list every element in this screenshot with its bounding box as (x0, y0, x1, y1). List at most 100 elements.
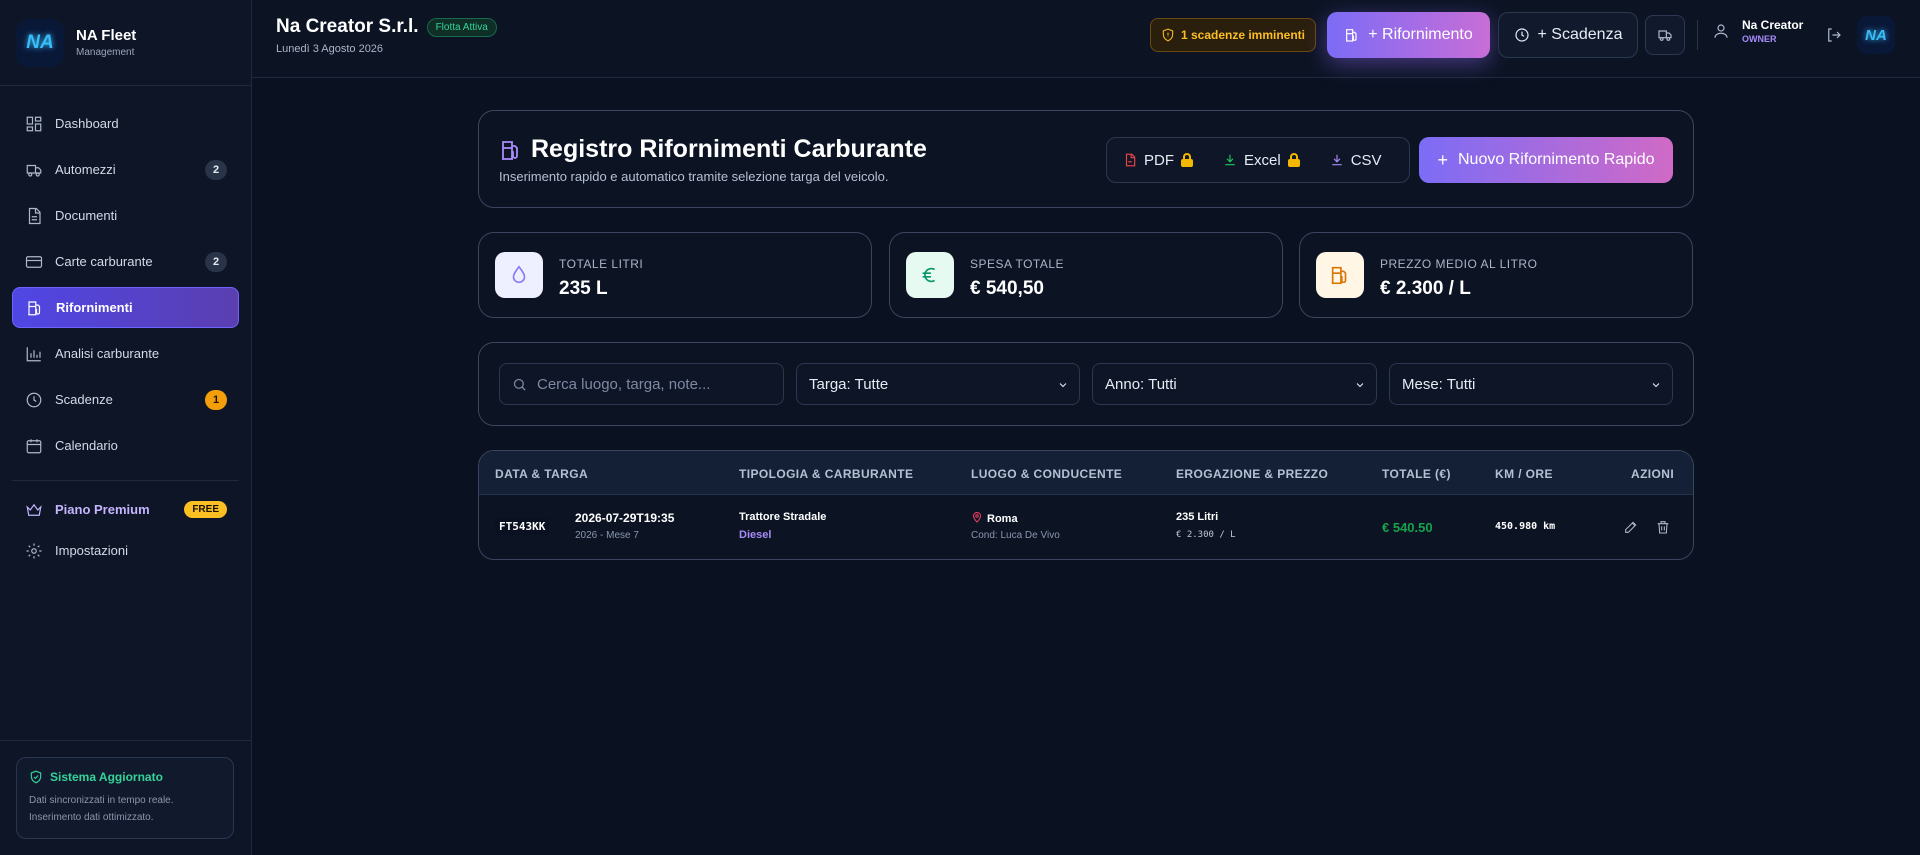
column-header[interactable]: KM / ORE (1495, 467, 1553, 481)
plan-badge: FREE (184, 501, 227, 518)
brand-subtitle: Management (76, 47, 135, 58)
shield-alert-icon (1162, 28, 1174, 42)
sidebar-item-calendario[interactable]: Calendario (12, 425, 239, 466)
euro-icon (906, 252, 954, 298)
fuel-pump-icon (502, 140, 518, 160)
clock-icon (1514, 28, 1529, 42)
chevron-down-icon (1057, 378, 1069, 390)
download-icon (1225, 154, 1235, 166)
chevron-down-icon (1650, 378, 1662, 390)
lock-icon (1181, 153, 1193, 167)
column-header[interactable]: EROGAZIONE & PREZZO (1176, 467, 1328, 481)
sidebar-item-label: Dashboard (55, 116, 119, 131)
document-icon (24, 206, 44, 226)
sidebar-item-analisi-carburante[interactable]: Analisi carburante (12, 333, 239, 374)
column-header[interactable]: LUOGO & CONDUCENTE (971, 467, 1122, 481)
droplet-icon (495, 252, 543, 298)
plate-badge: FT543KK (495, 518, 550, 535)
export-pdf-button[interactable]: PDF (1123, 152, 1193, 169)
search-icon (513, 378, 526, 391)
avatar[interactable]: NA (1857, 16, 1895, 54)
export-csv-button[interactable]: CSV (1330, 152, 1382, 169)
export-csv-label: CSV (1350, 151, 1382, 169)
vehicle-type: Trattore Stradale (739, 511, 827, 523)
stat-card-avg-price: PREZZO MEDIO AL LITRO € 2.300 / L (1299, 232, 1693, 318)
month-filter-value: Mese: Tutti (1402, 375, 1476, 393)
download-icon (1332, 154, 1342, 166)
sidebar-item-label: Scadenze (55, 392, 113, 407)
sidebar-item-documenti[interactable]: Documenti (12, 195, 239, 236)
refuel-table: DATA & TARGA TIPOLOGIA & CARBURANTE LUOG… (478, 450, 1694, 560)
search-input[interactable]: Cerca luogo, targa, note... (499, 363, 784, 405)
clock-icon (24, 390, 44, 410)
search-placeholder: Cerca luogo, targa, note... (537, 375, 711, 393)
logout-button[interactable] (1825, 26, 1843, 49)
divider (12, 480, 239, 481)
export-group: PDF Excel CSV (1106, 137, 1410, 183)
trash-icon (1657, 521, 1669, 534)
stat-label: PREZZO MEDIO AL LITRO (1380, 257, 1538, 271)
bar-chart-icon (24, 344, 44, 364)
user-icon (1714, 24, 1728, 38)
sidebar-item-piano-premium[interactable]: Piano Premium FREE (12, 489, 239, 530)
sidebar: NA NA Fleet Management Dashboard Automez… (0, 0, 252, 855)
column-header[interactable]: DATA & TARGA (495, 467, 588, 481)
refuel-period: 2026 - Mese 7 (575, 530, 639, 541)
sidebar-item-label: Automezzi (55, 162, 116, 177)
pencil-icon (1625, 521, 1637, 533)
new-quick-refuel-label: Nuovo Rifornimento Rapido (1457, 151, 1655, 168)
system-status-title: Sistema Aggiornato (50, 770, 163, 784)
year-filter-select[interactable]: Anno: Tutti (1092, 363, 1377, 405)
lock-icon (1287, 153, 1300, 167)
export-excel-label: Excel (1244, 151, 1281, 169)
count-badge: 1 (205, 389, 227, 410)
card-icon (24, 252, 44, 272)
logout-icon (1828, 28, 1841, 42)
stat-label: SPESA TOTALE (970, 257, 1065, 271)
add-refuel-button[interactable]: + Rifornimento (1327, 12, 1490, 58)
export-excel-button[interactable]: Excel (1223, 152, 1300, 169)
sidebar-item-automezzi[interactable]: Automezzi 2 (12, 149, 239, 190)
sidebar-nav: Dashboard Automezzi 2 Documenti Carte ca… (0, 86, 251, 571)
column-header[interactable]: TOTALE (€) (1382, 467, 1451, 481)
year-filter-value: Anno: Tutti (1105, 375, 1177, 393)
location-name: Roma (987, 513, 1018, 525)
edit-button[interactable] (1623, 519, 1639, 540)
sidebar-item-scadenze[interactable]: Scadenze 1 (12, 379, 239, 420)
pdf-file-icon (1125, 153, 1136, 167)
stat-value: € 540,50 (970, 278, 1044, 299)
count-badge: 2 (205, 159, 227, 180)
month-filter-select[interactable]: Mese: Tutti (1389, 363, 1673, 405)
table-row[interactable]: FT543KK 2026-07-29T19:35 2026 - Mese 7 T… (479, 495, 1693, 559)
total-amount: € 540.50 (1382, 520, 1433, 535)
plus-icon: + (1437, 149, 1448, 170)
chevron-down-icon (1354, 378, 1366, 390)
sidebar-item-carte-carburante[interactable]: Carte carburante 2 (12, 241, 239, 282)
brand[interactable]: NA NA Fleet Management (0, 0, 251, 86)
vehicles-button[interactable] (1645, 15, 1685, 55)
new-quick-refuel-button[interactable]: + Nuovo Rifornimento Rapido (1419, 137, 1673, 183)
plate-filter-select[interactable]: Targa: Tutte (796, 363, 1080, 405)
add-deadline-button[interactable]: + Scadenza (1498, 12, 1638, 58)
delete-button[interactable] (1655, 519, 1671, 540)
liters-dispensed: 235 Litri (1176, 511, 1219, 523)
sidebar-item-label: Calendario (55, 438, 118, 453)
user-menu[interactable]: Na Creator OWNER (1712, 18, 1803, 44)
driver-name: Cond: Luca De Vivo (971, 530, 1060, 541)
sidebar-item-rifornimenti[interactable]: Rifornimenti (12, 287, 239, 328)
sidebar-item-impostazioni[interactable]: Impostazioni (12, 530, 239, 571)
sidebar-item-label: Documenti (55, 208, 118, 223)
deadline-warning-button[interactable]: 1 scadenze imminenti (1150, 18, 1316, 52)
truck-icon (1658, 30, 1672, 41)
status-badge: Flotta Attiva (426, 17, 497, 37)
count-badge: 2 (205, 251, 227, 272)
column-header[interactable]: TIPOLOGIA & CARBURANTE (739, 467, 913, 481)
sidebar-item-label: Impostazioni (55, 543, 128, 558)
gear-icon (24, 541, 44, 561)
sidebar-item-label: Analisi carburante (55, 346, 160, 361)
stat-value: € 2.300 / L (1380, 278, 1471, 299)
plate-filter-value: Targa: Tutte (809, 375, 889, 393)
sidebar-item-dashboard[interactable]: Dashboard (12, 103, 239, 144)
deadline-warning-label: 1 scadenze imminenti (1180, 28, 1306, 42)
calendar-icon (24, 436, 44, 456)
